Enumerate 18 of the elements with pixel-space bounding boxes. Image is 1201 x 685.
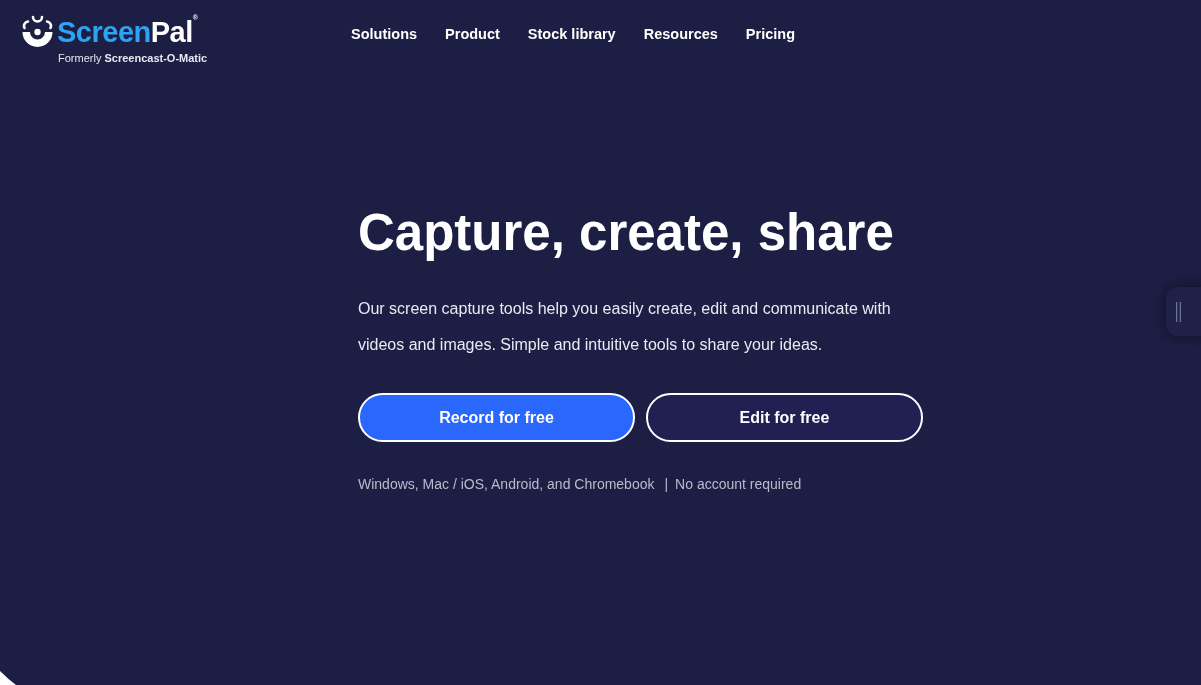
- record-button[interactable]: Record for free: [358, 393, 635, 442]
- curve-shape: [0, 671, 16, 685]
- logo-wordmark[interactable]: ScreenPal$^{®}$: [57, 15, 198, 48]
- separator-text: |: [664, 475, 669, 494]
- nav-link[interactable]: Pricing: [745, 24, 795, 44]
- hero-description: Our screen capture tools help you easily create, edit and communicate with videos and images. Simple and intuitive tools to share your ideas.: [358, 299, 892, 355]
- nav-link[interactable]: Resources: [643, 24, 718, 44]
- logo-icon: [22, 15, 53, 48]
- nav-link[interactable]: Stock library: [527, 24, 616, 44]
- nav-link[interactable]: Solutions: [351, 24, 418, 44]
- nav-link[interactable]: Product: [445, 24, 500, 44]
- platforms-text: Windows, Mac / iOS, Android, and Chromebook: [358, 475, 655, 494]
- side-panel-handle[interactable]: [1166, 287, 1201, 336]
- hero-title: Capture, create, share: [358, 203, 894, 263]
- logo-tagline: Formerly Screencast-O-Matic: [58, 51, 208, 65]
- edit-button[interactable]: Edit for free: [646, 393, 923, 442]
- grip-icon: [1176, 301, 1181, 322]
- no-account-text: No account required: [675, 475, 802, 494]
